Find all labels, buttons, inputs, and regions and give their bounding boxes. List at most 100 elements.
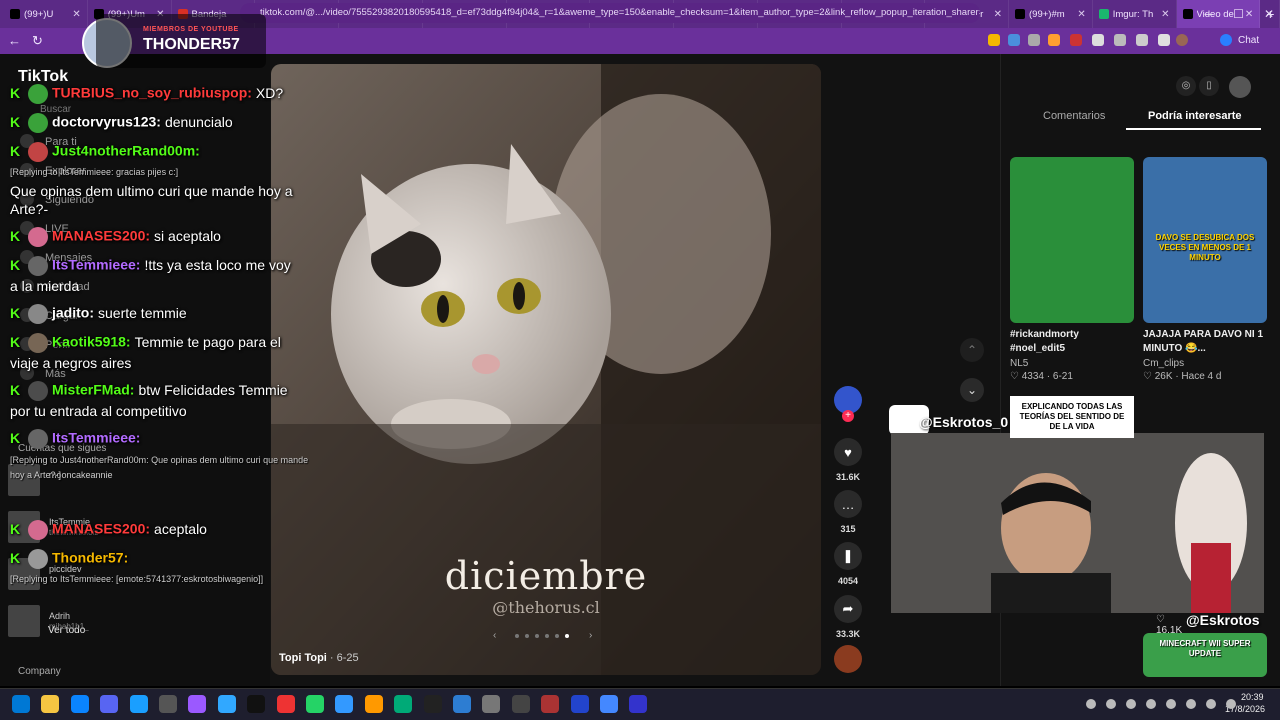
video-thumbnail[interactable]: EXPLICANDO TODAS LAS TEORÍAS DEL SENTIDO… (1010, 396, 1134, 438)
file-explorer-icon[interactable] (41, 695, 60, 713)
battery-icon[interactable] (1206, 699, 1216, 709)
tab-recommended[interactable]: Podría interesarte (1148, 110, 1242, 122)
chevron-up-icon[interactable] (1086, 699, 1096, 709)
extension-icon[interactable] (1048, 34, 1060, 46)
reload-icon[interactable]: ↻ (32, 33, 43, 49)
app-icon[interactable] (453, 695, 471, 713)
following-name[interactable]: Adrih (49, 611, 70, 621)
youtube-music-icon[interactable] (276, 695, 295, 713)
chat-button-label[interactable]: Chat (1238, 35, 1259, 46)
follow-plus-icon[interactable]: + (842, 410, 854, 422)
app-icon[interactable] (364, 695, 383, 713)
volume-icon[interactable] (1186, 699, 1196, 709)
recommended-video-card[interactable]: MINECRAFT WII SUPER UPDATE (1143, 633, 1267, 677)
heart-icon[interactable]: ♥ (834, 438, 862, 466)
minimize-icon[interactable]: ─ (1205, 7, 1214, 21)
back-icon[interactable]: ← (8, 33, 21, 48)
app-icon[interactable] (541, 695, 560, 713)
video-author[interactable]: Topi Topi · 6-25 (279, 652, 359, 664)
carousel-prev-icon[interactable]: ‹ (493, 630, 496, 641)
extension-icon[interactable] (1114, 34, 1126, 46)
company-link[interactable]: Company (18, 666, 61, 677)
capcut-icon[interactable] (247, 695, 266, 713)
sound-disc-icon[interactable] (834, 645, 862, 673)
keyboard-icon[interactable] (1226, 699, 1236, 709)
recommended-video-card[interactable]: EXPLICANDO TODAS LAS TEORÍAS DEL SENTIDO… (1010, 396, 1182, 636)
close-tab-icon[interactable]: ✕ (994, 9, 1002, 20)
collections-icon[interactable] (1158, 34, 1170, 46)
wifi-icon[interactable] (1166, 699, 1176, 709)
settings-icon[interactable]: ◎ (1176, 76, 1196, 96)
webcam-handle-bottom: @Eskrotos (1186, 612, 1260, 628)
app-icon[interactable] (600, 695, 618, 713)
share-icon[interactable]: ➦ (834, 595, 862, 623)
bookmark-star-icon[interactable] (988, 34, 1000, 46)
close-tab-icon[interactable]: ✕ (1077, 9, 1085, 20)
steam-icon[interactable] (1146, 699, 1156, 709)
carousel-next-icon[interactable]: › (589, 630, 592, 641)
video-thumbnail[interactable] (1010, 157, 1134, 323)
favorites-icon[interactable] (1136, 34, 1148, 46)
recommended-video-card[interactable]: DAVO SE DESUBICA DOS VECES EN MENOS DE 1… (1143, 157, 1267, 382)
kick-badge-icon: K (10, 142, 21, 159)
extension-icon[interactable] (1028, 34, 1040, 46)
copilot-icon[interactable] (1220, 34, 1232, 46)
video-thumbnail[interactable]: DAVO SE DESUBICA DOS VECES EN MENOS DE 1… (1143, 157, 1267, 323)
video-player[interactable]: diciembre @thehorus.cl ‹ › Topi Topi · 6… (271, 64, 821, 675)
tab-comments[interactable]: Comentarios (1043, 110, 1105, 122)
card-author[interactable]: NL5 (1010, 358, 1134, 369)
kick-badge-icon: K (10, 429, 21, 446)
discord-icon[interactable] (100, 695, 119, 713)
comment-icon[interactable]: … (834, 490, 862, 518)
app-icon[interactable] (629, 695, 648, 713)
video-thumbnail[interactable]: MINECRAFT WII SUPER UPDATE (1143, 633, 1267, 677)
next-video-icon[interactable]: ⌄ (960, 378, 984, 402)
chat-reply-context: [Replying to ItsTemmieee: [emote:5741377… (10, 574, 264, 584)
chrome-icon[interactable] (1106, 699, 1116, 709)
steam-icon[interactable] (129, 695, 148, 713)
start-icon[interactable] (12, 695, 30, 713)
app-icon[interactable] (482, 695, 501, 713)
video-author-name[interactable]: Topi Topi (279, 652, 327, 664)
video-date: 6-25 (336, 652, 359, 664)
device-icon[interactable]: ▯ (1199, 76, 1219, 96)
browser-tab[interactable]: (99+)#m ✕ (1009, 0, 1093, 28)
discord-icon[interactable] (1126, 699, 1136, 709)
browser-tab[interactable]: (99+)U ✕ (4, 0, 88, 28)
obs-icon[interactable] (159, 695, 177, 713)
chat-message-continuation: a la mierda (10, 278, 80, 294)
close-tab-icon[interactable]: ✕ (72, 9, 80, 20)
app-icon[interactable] (335, 695, 354, 713)
app-icon[interactable] (511, 695, 530, 713)
clock-time: 20:39 (1241, 692, 1264, 702)
app-icon[interactable] (570, 695, 589, 713)
premiere-icon[interactable] (188, 695, 207, 713)
whatsapp-icon[interactable] (306, 695, 324, 713)
bookmark-icon[interactable]: ❚ (834, 542, 862, 570)
card-title[interactable]: JAJAJA PARA DAVO NI 1 MINUTO 😂... (1143, 328, 1267, 356)
close-tab-icon[interactable]: ✕ (1161, 9, 1169, 20)
app-icon[interactable] (423, 695, 442, 713)
extension-icon[interactable] (1070, 34, 1082, 46)
card-title[interactable]: #rickandmorty #noel_edit5 (1010, 328, 1134, 356)
url-field[interactable]: tiktok.com/@.../video/755529382018059541… (240, 3, 980, 23)
recommended-video-card[interactable]: #rickandmorty #noel_edit5 NL5 ♡ 4334 · 6-2… (1010, 157, 1134, 382)
extension-icon[interactable] (1008, 34, 1020, 46)
chat-message: btw Felicidades Temmie (138, 381, 288, 398)
profile-avatar[interactable] (1229, 76, 1251, 98)
photoshop-icon[interactable] (217, 695, 236, 713)
following-avatar[interactable] (8, 464, 40, 496)
extension-icon[interactable] (1092, 34, 1104, 46)
close-window-icon[interactable]: ✕ (1264, 7, 1274, 21)
card-author[interactable]: Cm_clips (1143, 358, 1267, 369)
following-avatar[interactable] (8, 605, 40, 637)
edge-icon[interactable] (70, 695, 89, 713)
maximize-icon[interactable]: ☐ (1233, 7, 1244, 21)
profile-avatar[interactable] (1176, 34, 1188, 46)
thumbnail-overlay-text: MINECRAFT WII SUPER UPDATE (1159, 639, 1251, 658)
previous-video-icon[interactable]: ⌃ (960, 338, 984, 362)
app-icon[interactable] (394, 695, 413, 713)
kick-badge-icon: K (10, 227, 21, 244)
browser-tab[interactable]: Imgur: Th ✕ (1093, 0, 1177, 28)
kick-badge-icon: K (10, 84, 21, 101)
